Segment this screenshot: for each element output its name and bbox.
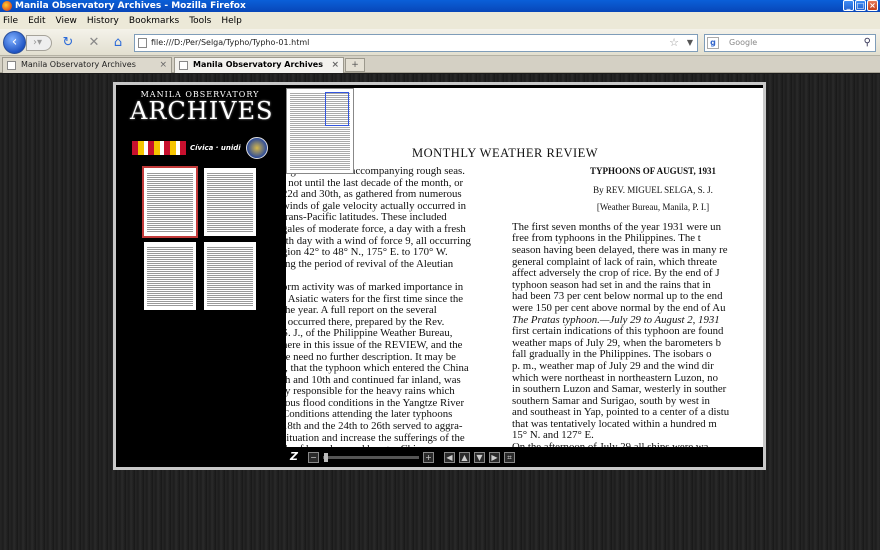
archive-sidebar: MANILA OBSERVATORY ARCHIVES Cívica · uni… — [116, 85, 286, 467]
zoom-slider[interactable] — [323, 452, 419, 462]
text-line: r, that the typhoon which entered the Ch… — [286, 362, 469, 375]
thumbnail-page-4[interactable] — [204, 242, 256, 310]
civica-logo: Cívica · unidi — [190, 144, 241, 152]
home-icon[interactable]: ⌂ — [110, 35, 126, 51]
text-line: in southern Luzon and Samar, westerly in… — [512, 383, 727, 396]
tab-close-icon[interactable]: × — [331, 58, 339, 72]
text-line: gion 42° to 48° N., 175° E. to 170° W. — [286, 246, 448, 259]
document-viewer[interactable]: MONTHLY WEATHER REVIEW high winds and ac… — [286, 88, 763, 447]
menu-view[interactable]: View — [56, 16, 77, 26]
pan-down-button[interactable]: ▼ — [474, 451, 485, 463]
firefox-icon — [2, 1, 12, 11]
tab-close-icon[interactable]: × — [159, 58, 167, 72]
page-navigator-minimap[interactable] — [286, 88, 354, 174]
text-line: affect adversely the crop of rice. By th… — [512, 267, 720, 280]
text-line: were 150 per cent above normal by the en… — [512, 301, 726, 314]
article-institution: [Weather Bureau, Manila, P. I.] — [596, 202, 710, 213]
text-line: gales of moderate force, a day with a fr… — [286, 222, 466, 235]
zoom-in-button[interactable]: + — [423, 451, 434, 463]
bookmark-star-icon[interactable]: ☆ — [669, 35, 679, 51]
journal-title: MONTHLY WEATHER REVIEW — [412, 146, 599, 160]
tab-page-icon — [7, 61, 16, 70]
menu-file[interactable]: File — [3, 16, 18, 26]
google-icon[interactable]: g — [707, 37, 719, 49]
menu-history[interactable]: History — [87, 16, 119, 26]
fit-page-button[interactable]: ⌗ — [504, 451, 515, 463]
menu-tools[interactable]: Tools — [189, 16, 211, 26]
text-line: orm activity was of marked importance in — [286, 280, 464, 293]
navigation-toolbar: ‹ ›▾ ↻ ✕ ⌂ file:///D:/Per/Selga/Typho/Ty… — [0, 29, 880, 56]
viewport-indicator[interactable] — [325, 92, 349, 126]
zoom-mode-icon[interactable]: Z — [290, 450, 304, 464]
close-window-button[interactable]: × — [867, 0, 878, 11]
tab-label: Manila Observatory Archives — [193, 60, 323, 69]
address-url: file:///D:/Per/Selga/Typho/Typho-01.html — [151, 38, 310, 47]
observatory-seal-icon — [246, 137, 268, 159]
pan-right-button[interactable]: ▶ — [489, 451, 500, 463]
menu-bar: File Edit View History Bookmarks Tools H… — [0, 12, 880, 29]
text-line: 18th and the 24th to 26th served to aggr… — [286, 420, 463, 433]
window-titlebar: Manila Observatory Archives - Mozilla Fi… — [0, 0, 880, 12]
address-bar[interactable]: file:///D:/Per/Selga/Typho/Typho-01.html… — [134, 34, 698, 52]
archives-logo: MANILA OBSERVATORY ARCHIVES — [130, 90, 274, 125]
text-line: first certain indications of this typhoo… — [512, 325, 724, 338]
pan-left-button[interactable]: ◀ — [444, 451, 455, 463]
tab-1[interactable]: Manila Observatory Archives × — [2, 57, 172, 73]
left-column-text: high winds and accompanying rough seas. f… — [286, 166, 498, 447]
spanish-ministry-logo — [132, 141, 186, 155]
tab-bar: Manila Observatory Archives × Manila Obs… — [0, 56, 880, 73]
reload-icon[interactable]: ↻ — [60, 35, 76, 51]
window-title: Manila Observatory Archives - Mozilla Fi… — [15, 1, 246, 11]
url-dropdown-icon[interactable]: ▼ — [687, 35, 693, 51]
tab-2[interactable]: Manila Observatory Archives × — [174, 57, 344, 73]
page-icon — [138, 38, 147, 48]
search-placeholder: Google — [729, 38, 758, 47]
tab-label: Manila Observatory Archives — [21, 60, 136, 69]
sponsor-logos: Cívica · unidi — [132, 137, 272, 159]
page-background: MANILA OBSERVATORY ARCHIVES Cívica · uni… — [0, 74, 880, 550]
thumbnail-page-1[interactable] — [142, 166, 198, 238]
zoom-slider-knob[interactable] — [324, 452, 328, 462]
menu-bookmarks[interactable]: Bookmarks — [129, 16, 179, 26]
tab-page-icon — [179, 61, 188, 70]
text-line: p. m., weather map of July 29 and the wi… — [512, 359, 714, 372]
thumbnail-page-3[interactable] — [144, 242, 196, 310]
text-line: the year. A full report on the several — [286, 304, 437, 317]
thumbnail-page-2[interactable] — [204, 168, 256, 236]
search-icon[interactable]: ⚲ — [864, 35, 871, 51]
forward-button[interactable]: ›▾ — [26, 35, 52, 51]
text-line: season having been delayed, there was in… — [512, 243, 728, 256]
zoom-out-button[interactable]: − — [308, 451, 319, 463]
text-line: ing the period of revival of the Aleutia… — [286, 257, 454, 270]
menu-edit[interactable]: Edit — [28, 16, 45, 26]
article-heading: TYPHOONS OF AUGUST, 1931 — [589, 166, 716, 176]
maximize-button[interactable]: □ — [855, 0, 866, 11]
search-input[interactable]: g Google ⚲ — [704, 34, 876, 52]
stop-icon[interactable]: ✕ — [86, 35, 102, 51]
archive-viewer-frame: MANILA OBSERVATORY ARCHIVES Cívica · uni… — [113, 82, 766, 470]
pan-up-button[interactable]: ▲ — [459, 451, 470, 463]
back-button[interactable]: ‹ — [3, 31, 26, 54]
menu-help[interactable]: Help — [221, 16, 242, 26]
viewer-toolbar: Z − + ◀ ▲ ▼ ▶ ⌗ — [286, 447, 763, 467]
new-tab-button[interactable]: + — [345, 58, 365, 72]
text-line: here in this issue of the REVIEW, and th… — [286, 338, 463, 351]
right-column-text: TYPHOONS OF AUGUST, 1931 By REV. MIGUEL … — [512, 166, 763, 447]
minimize-button[interactable]: _ — [843, 0, 854, 11]
logo-title: ARCHIVES — [130, 97, 274, 125]
article-byline: By REV. MIGUEL SELGA, S. J. — [593, 184, 713, 195]
